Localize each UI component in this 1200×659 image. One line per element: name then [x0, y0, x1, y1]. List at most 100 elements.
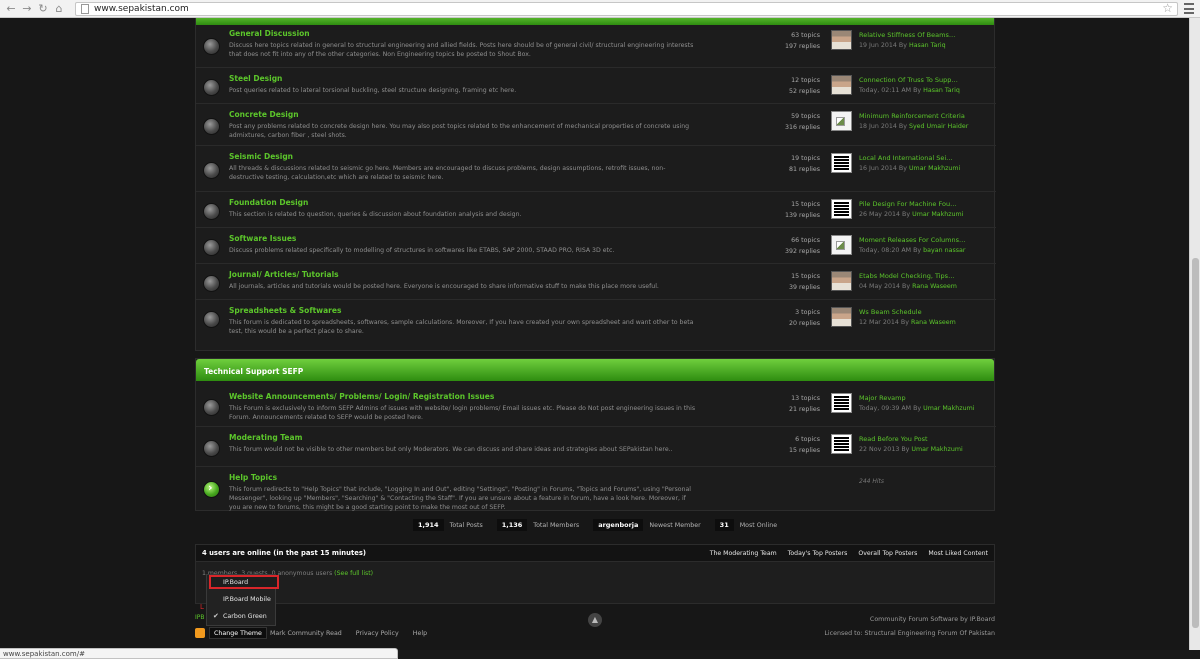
last-poster-avatar[interactable] [831, 75, 852, 95]
online-link[interactable]: The Moderating Team [710, 550, 777, 557]
address-url[interactable]: www.sepakistan.com [94, 4, 189, 14]
last-poster-name-link[interactable]: Rana Waseem [912, 283, 957, 290]
scrollbar-thumb[interactable] [1192, 258, 1199, 628]
forward-icon[interactable]: → [19, 1, 35, 17]
forum-title-link[interactable]: Help Topics [229, 473, 277, 482]
forum-title-link[interactable]: Software Issues [229, 234, 296, 243]
footer-link[interactable]: Help [413, 630, 427, 637]
last-post-title-link[interactable]: Local And International Sei… [859, 154, 953, 162]
reply-count: 20 replies [789, 320, 820, 327]
last-post-date: 22 Nov 2013 By [859, 446, 910, 453]
stat-value: 1,136 [496, 519, 528, 531]
redirect-hits: 244 Hits [859, 478, 885, 485]
forum-row: Help Topics This forum redirects to "Help… [196, 466, 996, 511]
forum-title-link[interactable]: Moderating Team [229, 433, 302, 442]
back-to-top-icon[interactable]: ▲ [588, 613, 602, 627]
reply-count: 139 replies [785, 212, 820, 219]
last-poster-avatar[interactable] [831, 199, 852, 219]
forum-description: All journals, articles and tutorials wou… [229, 283, 659, 290]
forum-title-link[interactable]: Steel Design [229, 74, 282, 83]
online-link[interactable]: Most Liked Content [928, 550, 988, 557]
reply-count: 15 replies [789, 447, 820, 454]
home-icon[interactable]: ⌂ [51, 1, 67, 17]
online-link[interactable]: Today's Top Posters [788, 550, 848, 557]
board-stats: 1,914 Total Posts 1,136 Total Members argenb… [413, 518, 785, 532]
last-poster-name-link[interactable]: Umar Makhzumi [912, 211, 963, 218]
footer-link[interactable]: Privacy Policy [356, 630, 399, 637]
last-poster-avatar[interactable] [831, 434, 852, 454]
last-poster-name-link[interactable]: Rana Waseem [911, 319, 956, 326]
last-post-title-link[interactable]: Major Revamp [859, 394, 906, 402]
forum-title-link[interactable]: Seismic Design [229, 152, 293, 161]
checkmark-icon: ✔ [213, 612, 219, 620]
theme-option[interactable]: IP.Board Mobile [207, 593, 277, 607]
last-poster-avatar[interactable] [831, 30, 852, 50]
last-poster-avatar[interactable] [831, 153, 852, 173]
address-bar[interactable]: www.sepakistan.com ☆ [75, 1, 1178, 16]
last-poster-name-link[interactable]: Syed Umair Haider [909, 123, 968, 130]
bookmark-star-icon[interactable]: ☆ [1162, 1, 1173, 15]
theme-option[interactable]: IP.Board [209, 575, 279, 589]
see-full-list-link[interactable]: (See full list) [334, 570, 373, 577]
last-poster-name-link[interactable]: Umar Makhzumi [923, 405, 974, 412]
theme-option[interactable]: ✔ Carbon Green [207, 610, 277, 624]
last-poster-name-link[interactable]: Hasan Tariq [909, 42, 946, 49]
last-post-title-link[interactable]: Relative Stiffness Of Beams… [859, 31, 955, 39]
forum-stats: 3 topics 20 replies [756, 307, 820, 329]
forum-status-icon [204, 312, 219, 327]
last-post-title-link[interactable]: Pile Design For Machine Fou… [859, 200, 957, 208]
forum-stats: 12 topics 52 replies [756, 75, 820, 97]
last-post-title-link[interactable]: Connection Of Truss To Supp… [859, 76, 958, 84]
forum-status-icon [204, 163, 219, 178]
browser-menu-icon[interactable] [1184, 3, 1194, 14]
forum-description: Post any problems related to concrete de… [229, 123, 690, 139]
theme-menu: IP.Board IP.Board Mobile ✔ Carbon Green [206, 574, 279, 626]
topic-count: 15 topics [791, 273, 820, 280]
last-post-date: 04 May 2014 By [859, 283, 911, 290]
forum-title-link[interactable]: Website Announcements/ Problems/ Login/ … [229, 392, 494, 401]
topic-count: 66 topics [791, 237, 820, 244]
forum-title-link[interactable]: Journal/ Articles/ Tutorials [229, 270, 339, 279]
change-theme-button[interactable]: Change Theme [209, 627, 267, 639]
topic-count: 15 topics [791, 201, 820, 208]
last-post-date: 18 Jun 2014 By [859, 123, 907, 130]
forum-title-link[interactable]: General Discussion [229, 29, 310, 38]
last-post-meta: 16 Jun 2014 By Umar Makhzumi [859, 165, 960, 172]
back-icon[interactable]: ← [3, 1, 19, 17]
last-poster-avatar[interactable] [831, 393, 852, 413]
last-post-date: Today, 08:20 AM By [859, 247, 922, 254]
last-poster-avatar[interactable] [831, 271, 852, 291]
last-poster-name-link[interactable]: Umar Makhzumi [911, 446, 962, 453]
legend-marker: L [200, 603, 204, 611]
forum-stats: 63 topics 197 replies [756, 30, 820, 52]
last-post-title-link[interactable]: Etabs Model Checking, Tips… [859, 272, 955, 280]
reply-count: 52 replies [789, 88, 820, 95]
forum-title-link[interactable]: Concrete Design [229, 110, 299, 119]
last-poster-name-link[interactable]: Hasan Tariq [923, 87, 960, 94]
last-post-title-link[interactable]: Ws Beam Schedule [859, 308, 922, 316]
forum-row: Seismic Design All threads & discussions … [196, 145, 996, 191]
forum-description: Discuss problems related specifically to… [229, 247, 615, 254]
last-poster-name-link[interactable]: bayan nassar [923, 247, 965, 254]
last-post-title-link[interactable]: Minimum Reinforcement Criteria [859, 112, 965, 120]
page-scrollbar[interactable] [1189, 18, 1200, 650]
forum-description: Post queries related to lateral torsiona… [229, 87, 517, 94]
forum-title-link[interactable]: Spreadsheets & Softwares [229, 306, 341, 315]
last-poster-name-link[interactable]: Umar Makhzumi [909, 165, 960, 172]
page-content: General Discussion Discuss here topics re… [0, 18, 1189, 650]
last-poster-avatar[interactable] [831, 307, 852, 327]
rss-icon[interactable] [195, 628, 205, 638]
forum-stats: 59 topics 316 replies [756, 111, 820, 133]
topic-count: 63 topics [791, 32, 820, 39]
last-poster-avatar[interactable] [831, 111, 852, 131]
reload-icon[interactable]: ↻ [35, 1, 51, 17]
last-post-title-link[interactable]: Moment Releases For Columns… [859, 236, 966, 244]
forum-description: This section is related to question, que… [229, 211, 522, 218]
footer-link[interactable]: Mark Community Read [270, 630, 342, 637]
forum-title-link[interactable]: Foundation Design [229, 198, 308, 207]
online-link[interactable]: Overall Top Posters [858, 550, 917, 557]
last-poster-avatar[interactable] [831, 235, 852, 255]
redirect-status-icon [204, 481, 219, 497]
forum-status-icon [204, 441, 219, 456]
last-post-title-link[interactable]: Read Before You Post [859, 435, 928, 443]
